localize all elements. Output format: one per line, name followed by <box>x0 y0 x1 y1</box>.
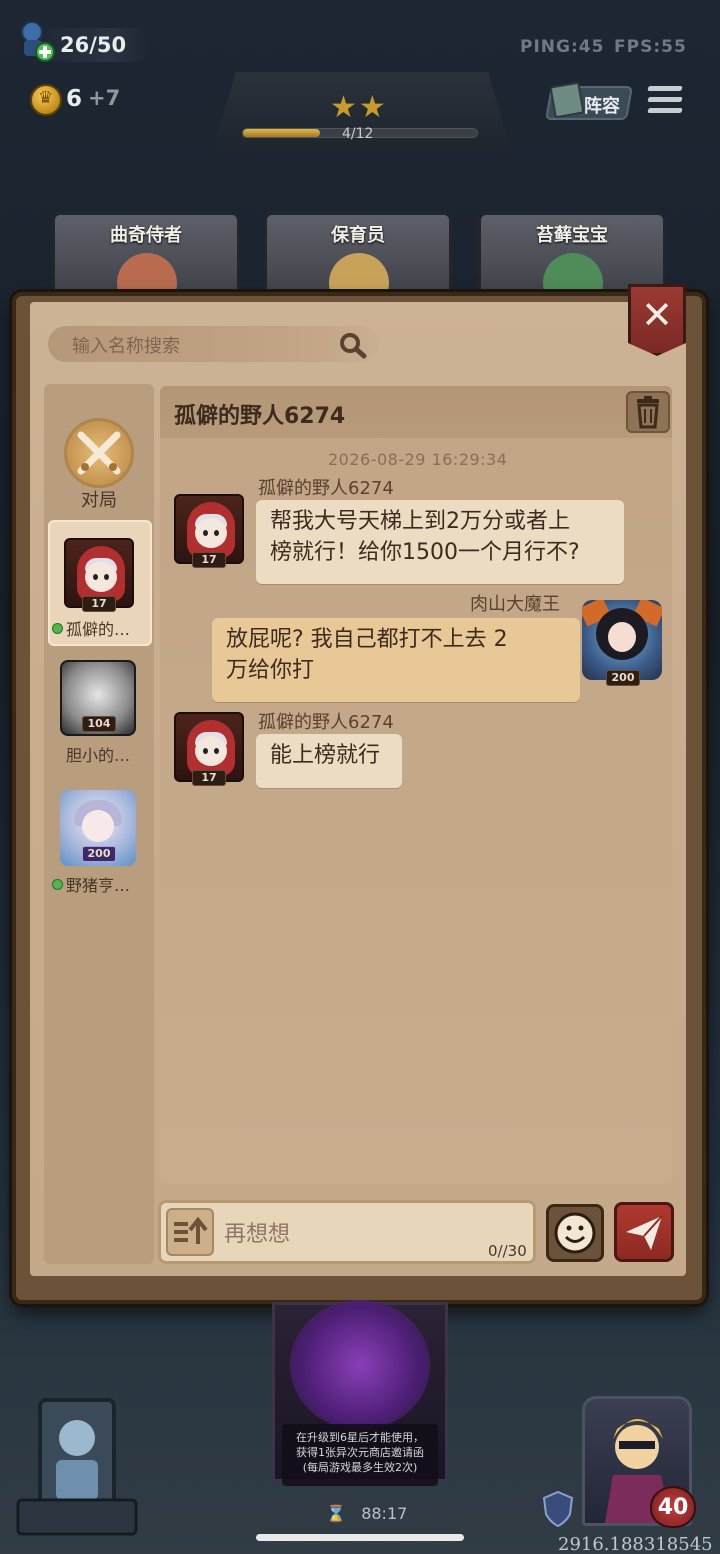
bottom-numeric-readout: 2916.188318545 <box>558 1534 713 1554</box>
character-count: 0//30 <box>488 1242 527 1260</box>
message-timestamp: 2026-08-29 16:29:34 <box>328 450 508 469</box>
expand-options-button[interactable] <box>166 1208 214 1256</box>
round-timer: ⌛ 88:17 <box>326 1504 407 1523</box>
message-avatar[interactable]: 200 <box>582 600 666 686</box>
level-badge: 17 <box>192 770 226 786</box>
send-button[interactable] <box>614 1202 674 1262</box>
contact-name: 野猪亨… <box>52 872 150 896</box>
message-avatar[interactable]: 17 <box>174 712 244 786</box>
message-line: 帮我大号天梯上到2万分或者上 <box>270 509 570 534</box>
level-badge: 200 <box>82 846 116 862</box>
message-bubble: 帮我大号天梯上到2万分或者上 榜就行！给你1500一个月行不? <box>256 500 624 584</box>
trash-icon <box>637 396 659 429</box>
shield-icon[interactable] <box>540 1490 576 1528</box>
list-arrow-icon <box>174 1216 208 1244</box>
online-indicator <box>52 879 63 890</box>
shop-card[interactable]: 保育员 <box>264 212 452 313</box>
online-indicator <box>52 623 63 634</box>
population-count: 26/50 <box>60 33 127 57</box>
message-line: 榜就行！给你1500一个月行不? <box>270 540 580 565</box>
round-timer-value: 88:17 <box>361 1504 408 1523</box>
contact-item[interactable]: 17 孤僻的… <box>48 520 152 646</box>
gold-amount: 6 <box>66 86 83 112</box>
message-bubble: 能上榜就行 <box>256 734 402 788</box>
message-sender: 孤僻的野人6274 <box>258 712 394 733</box>
search-icon[interactable] <box>338 331 368 359</box>
gold-coin-icon <box>30 84 62 116</box>
level-badge: 17 <box>192 552 226 568</box>
search-placeholder: 输入名称搜索 <box>72 336 180 357</box>
message-sender: 肉山大魔王 <box>470 594 560 615</box>
avatar: 200 <box>60 790 136 866</box>
level-badge: 17 <box>82 596 116 612</box>
round-progress-text: 4/12 <box>342 126 374 142</box>
note-line: 获得1张异次元商店邀请函 <box>296 1446 424 1459</box>
shop-card-name: 曲奇侍者 <box>110 225 182 246</box>
delete-button[interactable] <box>626 391 670 433</box>
conversation-title: 孤僻的野人6274 <box>174 404 346 429</box>
smiley-icon <box>554 1212 596 1254</box>
message-avatar[interactable]: 17 <box>174 494 244 568</box>
population-icon <box>21 21 55 62</box>
note-line: (每局游戏最多生效2次) <box>302 1461 418 1474</box>
shop-card[interactable]: 曲奇侍者 <box>52 212 240 313</box>
hourglass-icon: ⌛ <box>326 1504 346 1523</box>
gold-income: +7 <box>88 86 121 110</box>
bench-hero[interactable] <box>10 1380 140 1540</box>
battle-badge <box>64 418 134 488</box>
message-line: 放屁呢? 我自己都打不上去 2 <box>226 627 508 652</box>
avatar-image <box>582 600 662 680</box>
fps-readout: FPS:55 <box>614 37 687 57</box>
note-line: 在升级到6星后才能使用， <box>296 1431 424 1444</box>
contact-name: 孤僻的… <box>52 616 150 640</box>
contact-item[interactable]: 200 野猪亨… <box>48 776 152 902</box>
item-card-art <box>290 1300 430 1430</box>
shop-card-name: 保育员 <box>331 225 385 246</box>
ping-readout: PING:45 <box>520 37 605 57</box>
item-card-note: 在升级到6星后才能使用， 获得1张异次元商店邀请函 (每局游戏最多生效2次) <box>282 1424 438 1486</box>
menu-icon[interactable] <box>647 86 683 116</box>
message-line: 能上榜就行 <box>270 743 381 768</box>
message-line: 万给你打 <box>226 658 315 683</box>
level-badge: 200 <box>606 670 640 686</box>
avatar: 17 <box>64 538 134 612</box>
message-sender: 孤僻的野人6274 <box>258 478 394 499</box>
crossed-swords-icon <box>77 431 121 475</box>
avatar: 104 <box>60 660 136 736</box>
top-hud: 26/50 PING:45 FPS:55 6 +7 ★★ 4/12 阵容 <box>0 0 720 152</box>
round-progress-fill <box>243 129 321 137</box>
health-badge: 40 <box>650 1486 696 1528</box>
close-icon: ✕ <box>641 293 673 337</box>
contact-item[interactable]: 104 胆小的… <box>48 646 152 772</box>
tab-battle[interactable]: 对局 <box>50 410 148 516</box>
book-icon <box>549 81 585 119</box>
emoji-button[interactable] <box>546 1204 604 1262</box>
level-badge: 104 <box>82 716 116 732</box>
tab-battle-label: 对局 <box>81 490 117 511</box>
star-rating: ★★ <box>330 90 388 125</box>
message-input[interactable] <box>158 1200 536 1264</box>
message-bubble: 放屁呢? 我自己都打不上去 2 万给你打 <box>212 618 580 702</box>
paper-plane-icon <box>626 1215 663 1250</box>
shop-card-name: 苔藓宝宝 <box>536 225 608 246</box>
lineup-label: 阵容 <box>584 96 620 117</box>
contact-name: 胆小的… <box>66 746 131 765</box>
input-placeholder: 再想想 <box>224 1222 291 1247</box>
home-indicator[interactable] <box>256 1534 464 1541</box>
